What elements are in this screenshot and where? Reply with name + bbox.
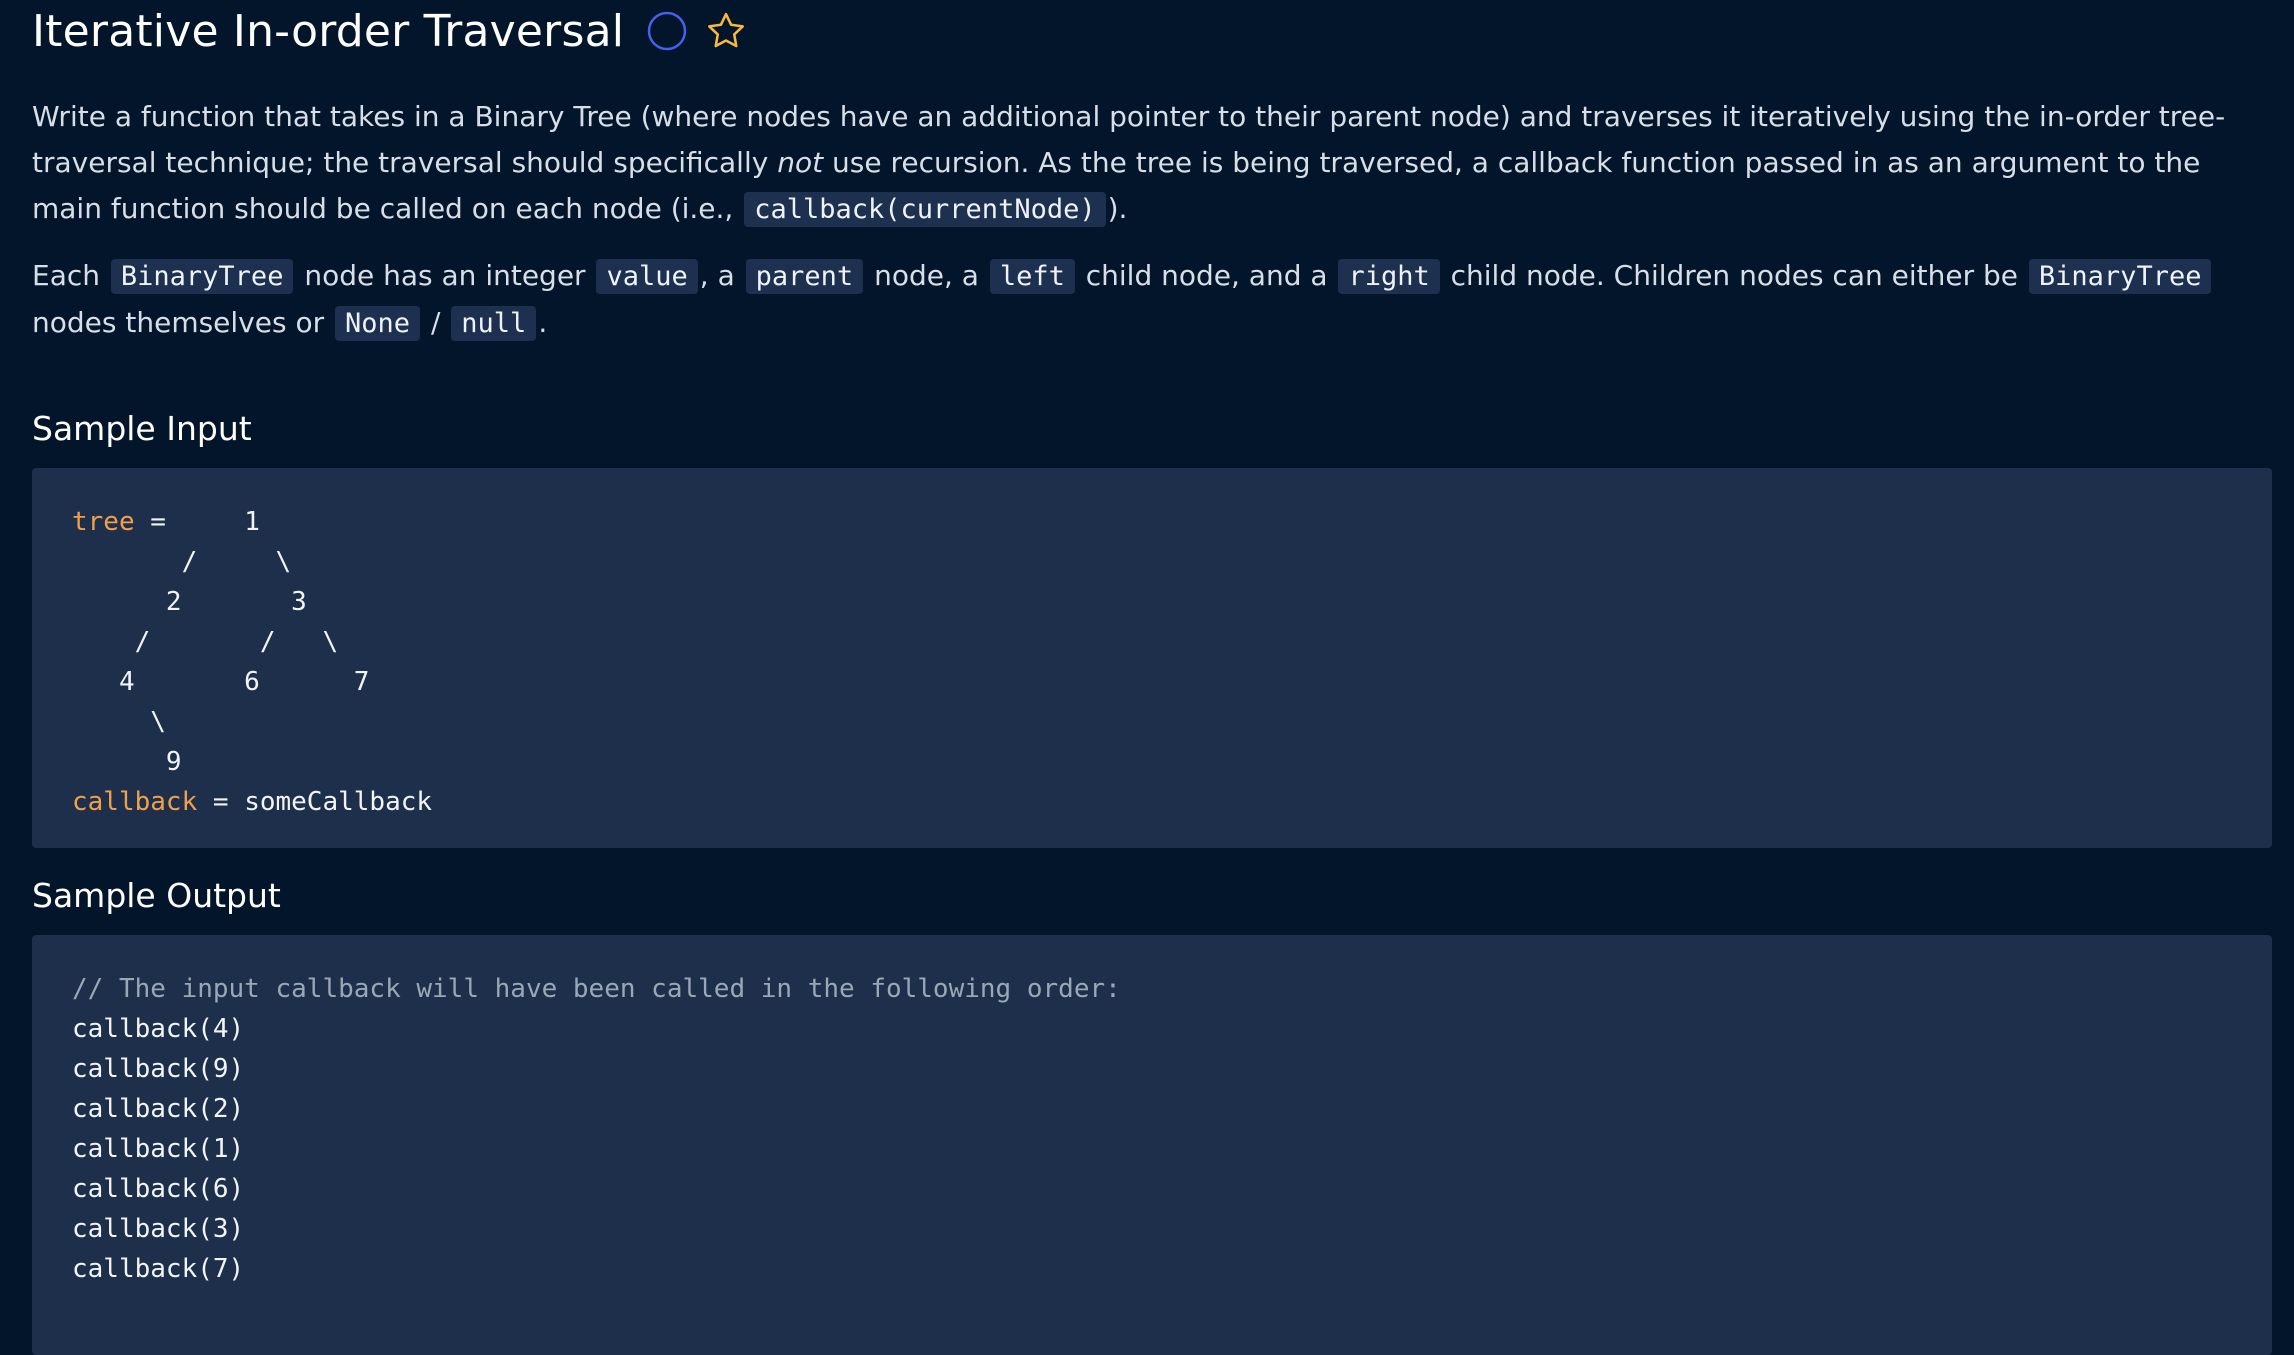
tree-line: \ — [72, 707, 166, 737]
circle-outline-icon[interactable] — [646, 10, 688, 52]
output-comment: // The input callback will have been cal… — [72, 974, 1121, 1004]
inline-code-left: left — [989, 259, 1075, 294]
inline-code-value: value — [596, 259, 698, 294]
description-text: node has an integer — [295, 259, 595, 292]
inline-code-none: None — [335, 306, 421, 341]
description-text: Each — [32, 259, 109, 292]
description-text: ). — [1107, 192, 1128, 225]
description-text: , a — [699, 259, 744, 292]
callback-line: callback = someCallback — [72, 782, 2232, 822]
inline-code-null: null — [451, 306, 537, 341]
tree-line-root: tree = 1 — [72, 502, 2232, 542]
title-row: Iterative In-order Traversal — [32, 0, 2272, 62]
tree-line: 4 6 7 — [72, 667, 370, 697]
tree-root-text: = 1 — [134, 507, 260, 537]
sample-output-heading: Sample Output — [32, 876, 281, 915]
problem-title: Iterative In-order Traversal — [32, 5, 625, 57]
description-text: node, a — [865, 259, 988, 292]
callback-variable: callback — [72, 787, 198, 817]
sample-input-heading: Sample Input — [32, 409, 252, 448]
description-paragraph-1: Write a function that takes in a Binary … — [32, 94, 2272, 233]
inline-code-binarytree: BinaryTree — [2028, 259, 2212, 294]
tree-line: 2 3 — [72, 587, 307, 617]
callback-value: = someCallback — [197, 787, 433, 817]
description-text: . — [538, 306, 548, 339]
sample-output-code-block: // The input callback will have been cal… — [32, 935, 2272, 1355]
description-text: nodes themselves or — [32, 306, 334, 339]
description-paragraph-2: Each BinaryTree node has an integer valu… — [32, 253, 2272, 347]
output-line: callback(7) — [72, 1254, 245, 1284]
tree-line: 9 — [72, 747, 182, 777]
sample-input-code-block: tree = 1 / \ 2 3 / / \ 4 6 7 \ 9 callback… — [32, 468, 2272, 848]
inline-code-callback: callback(currentNode) — [744, 192, 1106, 227]
star-outline-icon[interactable] — [704, 9, 748, 53]
description-text: child node. Children nodes can either be — [1441, 259, 2027, 292]
inline-code-right: right — [1338, 259, 1440, 294]
inline-code-binarytree: BinaryTree — [110, 259, 294, 294]
output-line: callback(4) — [72, 1014, 245, 1044]
output-line: callback(6) — [72, 1174, 245, 1204]
inline-code-parent: parent — [745, 259, 864, 294]
problem-page: Iterative In-order Traversal Write a fun… — [32, 0, 2272, 1355]
tree-variable: tree — [72, 507, 135, 537]
emphasis-not: not — [777, 146, 824, 179]
output-line: callback(3) — [72, 1214, 245, 1244]
output-line: callback(2) — [72, 1094, 245, 1124]
description-text: child node, and a — [1076, 259, 1337, 292]
output-line: callback(9) — [72, 1054, 245, 1084]
tree-line: / / \ — [72, 627, 339, 657]
output-line: callback(1) — [72, 1134, 245, 1164]
description-text: / — [422, 306, 450, 339]
tree-line: / \ — [72, 547, 292, 577]
